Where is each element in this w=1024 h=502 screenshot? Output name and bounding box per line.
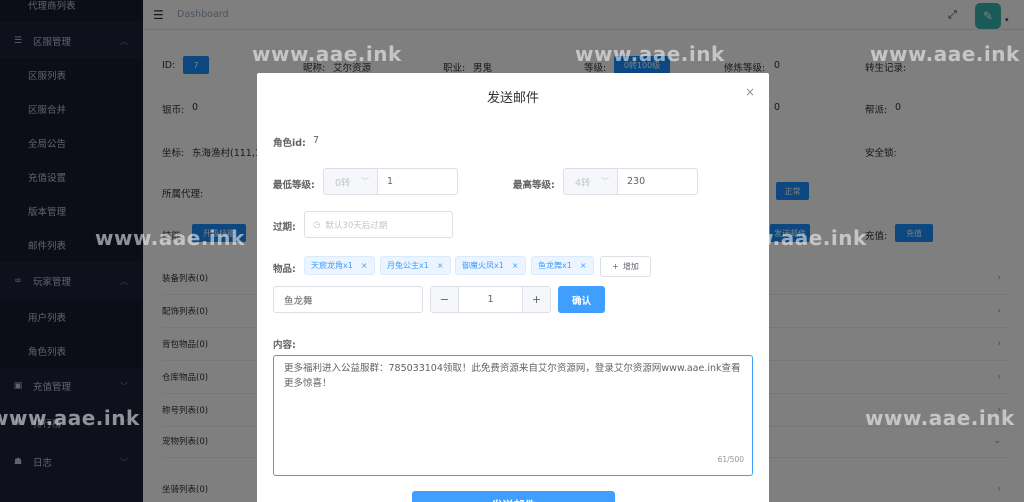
item-tag: 月兔公主x1 × xyxy=(380,256,451,275)
role-id-value: 7 xyxy=(313,135,320,146)
dialog-title: 发送邮件 xyxy=(486,91,539,106)
send-mail-button[interactable]: 发送邮件 xyxy=(412,491,615,502)
chevron-down-icon: ﹀ xyxy=(361,177,369,186)
chevron-down-icon: ﹀ xyxy=(601,177,609,186)
plus-icon: + xyxy=(612,262,619,271)
content-textarea[interactable]: 更多福利进入公益服群：785033104领取！此免费资源来自艾尔资源网，登录艾尔… xyxy=(273,355,753,476)
content-label: 内容: xyxy=(273,340,296,351)
role-id-label: 角色id: xyxy=(273,138,306,149)
expire-date-picker[interactable]: ◷ 默认30天后过期 xyxy=(304,211,453,238)
watermark: www.aae.ink xyxy=(0,406,140,430)
clock-icon: ◷ xyxy=(313,219,321,230)
item-name-input[interactable]: 鱼龙舞 xyxy=(273,286,423,313)
items-label: 物品: xyxy=(273,264,296,275)
close-icon[interactable]: × xyxy=(580,261,587,270)
watermark: www.aae.ink xyxy=(252,42,402,66)
confirm-button[interactable]: 确认 xyxy=(558,286,605,313)
min-rebirth-select[interactable]: 0转 ﹀ xyxy=(323,168,378,195)
increase-button[interactable]: + xyxy=(523,287,550,312)
watermark: www.aae.ink xyxy=(865,406,1015,430)
max-rebirth-select[interactable]: 4转 ﹀ xyxy=(563,168,618,195)
item-tag: 鱼龙舞x1 × xyxy=(531,256,594,275)
min-level-input[interactable]: 1 xyxy=(377,168,458,195)
close-icon[interactable]: × xyxy=(437,261,444,270)
close-icon[interactable]: × xyxy=(361,261,368,270)
max-level-label: 最高等级: xyxy=(513,180,555,191)
content-text: 更多福利进入公益服群：785033104领取！此免费资源来自艾尔资源网，登录艾尔… xyxy=(284,363,741,389)
item-tag: 天宸龙角x1 × xyxy=(304,256,375,275)
add-item-button[interactable]: + 增加 xyxy=(600,256,651,277)
char-counter: 61/500 xyxy=(717,455,744,464)
watermark: www.aae.ink xyxy=(575,42,725,66)
watermark: www.aae.ink xyxy=(870,42,1020,66)
watermark: www.aae.ink xyxy=(95,226,245,250)
quantity-stepper: − 1 + xyxy=(430,286,551,313)
close-icon[interactable]: × xyxy=(745,85,755,99)
close-icon[interactable]: × xyxy=(512,261,519,270)
decrease-button[interactable]: − xyxy=(431,287,458,312)
expire-label: 过期: xyxy=(273,222,296,233)
item-tag: 御魔火凤x1 × xyxy=(455,256,526,275)
quantity-input[interactable]: 1 xyxy=(458,287,523,312)
min-level-label: 最低等级: xyxy=(273,180,315,191)
send-mail-dialog: 发送邮件 × 角色id: 7 最低等级: 0转 ﹀ 1 最高等级: 4转 ﹀ 230… xyxy=(257,73,769,502)
max-level-input[interactable]: 230 xyxy=(617,168,698,195)
